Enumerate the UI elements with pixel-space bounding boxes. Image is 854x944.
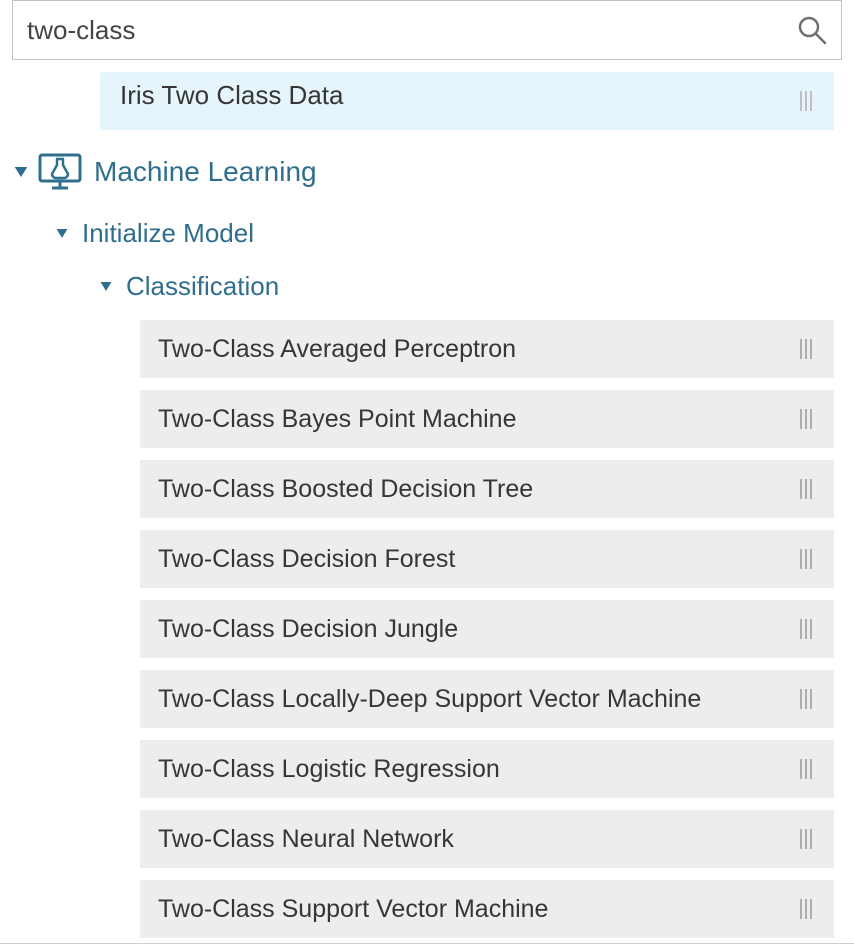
- caret-down-icon: [101, 282, 112, 291]
- module-label: Two-Class Decision Jungle: [140, 615, 796, 644]
- drag-handle-icon[interactable]: [796, 689, 818, 709]
- module-label: Two-Class Neural Network: [140, 825, 796, 854]
- subsubcategory-classification[interactable]: Classification: [0, 271, 854, 302]
- subcategory-label: Initialize Model: [82, 218, 254, 249]
- drag-handle-icon[interactable]: [796, 409, 818, 429]
- caret-down-icon: [15, 167, 28, 177]
- module-label: Two-Class Boosted Decision Tree: [140, 475, 796, 504]
- module-item[interactable]: Two-Class Boosted Decision Tree: [140, 460, 834, 518]
- module-item[interactable]: Two-Class Averaged Perceptron: [140, 320, 834, 378]
- dataset-item-iris[interactable]: Iris Two Class Data: [100, 72, 834, 130]
- module-item[interactable]: Two-Class Logistic Regression: [140, 740, 834, 798]
- module-label: Two-Class Support Vector Machine: [140, 895, 796, 924]
- drag-handle-icon[interactable]: [796, 339, 818, 359]
- subsubcategory-label: Classification: [126, 271, 279, 302]
- module-palette: Iris Two Class Data Machine Learning Ini…: [0, 0, 854, 944]
- drag-handle-icon[interactable]: [796, 619, 818, 639]
- module-label: Two-Class Logistic Regression: [140, 755, 796, 784]
- module-list: Two-Class Averaged Perceptron Two-Class …: [0, 320, 854, 938]
- module-item[interactable]: Two-Class Decision Jungle: [140, 600, 834, 658]
- drag-handle-icon[interactable]: [796, 759, 818, 779]
- flask-icon: [36, 152, 84, 192]
- module-label: Two-Class Decision Forest: [140, 545, 796, 574]
- drag-handle-icon[interactable]: [796, 91, 818, 111]
- dataset-item-label: Iris Two Class Data: [100, 80, 796, 111]
- module-item[interactable]: Two-Class Bayes Point Machine: [140, 390, 834, 448]
- module-item[interactable]: Two-Class Locally-Deep Support Vector Ma…: [140, 670, 834, 728]
- module-tree: Iris Two Class Data Machine Learning Ini…: [0, 72, 854, 938]
- subcategory-initialize-model[interactable]: Initialize Model: [0, 218, 854, 249]
- module-item[interactable]: Two-Class Neural Network: [140, 810, 834, 868]
- caret-down-icon: [57, 229, 68, 238]
- drag-handle-icon[interactable]: [796, 829, 818, 849]
- category-machine-learning[interactable]: Machine Learning: [0, 152, 854, 192]
- drag-handle-icon[interactable]: [796, 479, 818, 499]
- drag-handle-icon[interactable]: [796, 549, 818, 569]
- module-label: Two-Class Bayes Point Machine: [140, 405, 796, 434]
- drag-handle-icon[interactable]: [796, 899, 818, 919]
- module-item[interactable]: Two-Class Decision Forest: [140, 530, 834, 588]
- module-label: Two-Class Locally-Deep Support Vector Ma…: [140, 685, 796, 714]
- category-label: Machine Learning: [94, 156, 317, 188]
- module-item[interactable]: Two-Class Support Vector Machine: [140, 880, 834, 938]
- module-label: Two-Class Averaged Perceptron: [140, 335, 796, 364]
- search-bar[interactable]: [12, 0, 842, 60]
- search-icon[interactable]: [793, 15, 827, 45]
- search-input[interactable]: [27, 15, 793, 46]
